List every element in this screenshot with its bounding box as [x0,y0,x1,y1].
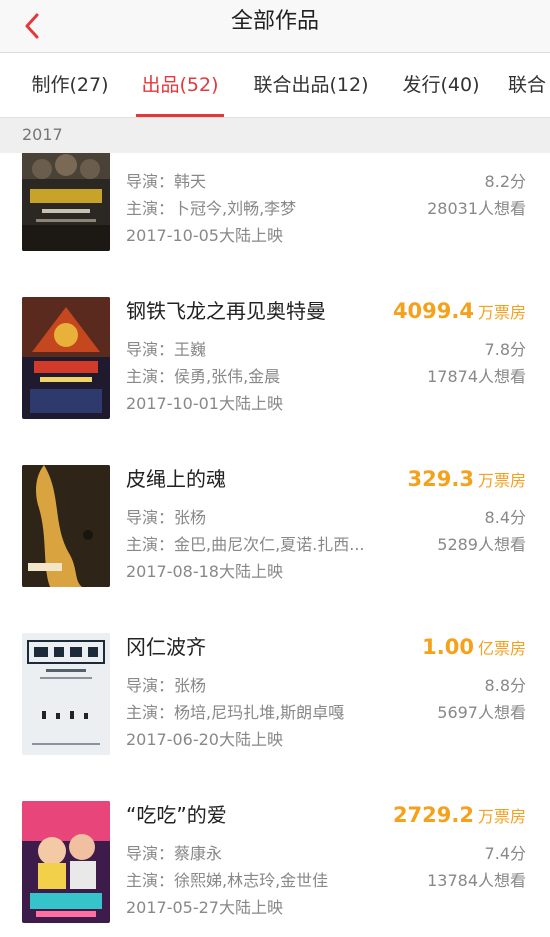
tab-label: 发行(40) [402,74,480,96]
box-office-unit: 万票房 [477,303,526,322]
movie-item[interactable]: 钢铁飞龙之再见奥特曼 4099.4 万票房 导演：王巍 主演：侯勇,张伟,金晨 2… [0,274,550,443]
movie-poster[interactable] [22,153,110,251]
director-text: 导演：张杨 [126,676,207,695]
tab-co-distribution[interactable]: 联合 [508,53,550,117]
movie-poster[interactable] [22,465,110,587]
release-date-text: 2017-05-27大陆上映 [126,898,283,917]
movie-title[interactable]: 皮绳上的魂 [126,464,226,494]
release-date-text: 2017-10-05大陆上映 [126,226,283,245]
tab-co-presented[interactable]: 联合出品(12) [248,53,374,117]
box-office-unit: 万票房 [477,807,526,826]
page-title: 全部作品 [230,9,319,34]
box-office: 2729.2 万票房 [393,800,526,832]
want-count-text: 5289人想看 [437,535,526,554]
movie-poster[interactable] [22,297,110,419]
movie-title[interactable]: 钢铁飞龙之再见奥特曼 [126,296,326,326]
tab-label: 制作(27) [31,74,109,96]
want-count-text: 17874人想看 [427,367,526,386]
score-text: 8.2分 [484,172,526,191]
score-text: 8.8分 [484,676,526,695]
score-text: 8.4分 [484,508,526,527]
release-date-text: 2017-08-18大陆上映 [126,562,283,581]
movie-poster[interactable] [22,801,110,923]
tab-label: 联合 [508,74,547,96]
movie-item[interactable]: “吃吃”的爱 2729.2 万票房 导演：蔡康永 主演：徐熙娣,林志玲,金世佳 2… [0,778,550,937]
box-office-unit: 亿票房 [477,639,526,658]
box-office-unit: 万票房 [477,471,526,490]
score-text: 7.4分 [484,844,526,863]
director-text: 导演：蔡康永 [126,844,223,863]
box-office-value: 329.3 [407,467,474,491]
release-date-text: 2017-06-20大陆上映 [126,730,283,749]
tab-distribution[interactable]: 发行(40) [398,53,484,117]
movie-list[interactable]: 导演：韩天 主演：卜冠今,刘畅,李梦 2017-10-05大陆上映 8.2分 2… [0,153,550,937]
year-section-header: 2017 [0,117,550,154]
tab-label: 联合出品(12) [253,74,369,96]
score-text: 7.8分 [484,340,526,359]
want-count-text: 28031人想看 [427,199,526,218]
box-office-value: 1.00 [422,635,474,659]
year-label: 2017 [22,125,63,144]
box-office: 4099.4 万票房 [393,296,526,328]
want-count-text: 13784人想看 [427,871,526,890]
box-office-value: 4099.4 [392,299,474,323]
cast-text: 主演：徐熙娣,林志玲,金世佳 [126,871,329,890]
category-tabs: 制作(27) 出品(52) 联合出品(12) 发行(40) 联合 [0,53,550,117]
movie-item[interactable]: 皮绳上的魂 329.3 万票房 导演：张杨 主演：金巴,曲尼次仁,夏诺.扎西...… [0,442,550,611]
tab-presented[interactable]: 出品(52) [136,53,224,117]
box-office: 329.3 万票房 [408,464,526,496]
cast-text: 主演：杨培,尼玛扎堆,斯朗卓嘎 [126,703,345,722]
director-text: 导演：张杨 [126,508,207,527]
director-text: 导演：王巍 [126,340,207,359]
movie-title[interactable]: 冈仁波齐 [126,632,206,662]
want-count-text: 5697人想看 [437,703,526,722]
box-office-value: 2729.2 [392,803,474,827]
cast-text: 主演：卜冠今,刘畅,李梦 [126,199,297,218]
cast-text: 主演：金巴,曲尼次仁,夏诺.扎西... [126,535,365,554]
tab-label: 出品(52) [141,74,219,96]
tab-production[interactable]: 制作(27) [28,53,112,117]
box-office: 1.00 亿票房 [422,632,526,664]
movie-poster[interactable] [22,633,110,755]
navigation-bar: 全部作品 [0,0,550,53]
movie-item[interactable]: 冈仁波齐 1.00 亿票房 导演：张杨 主演：杨培,尼玛扎堆,斯朗卓嘎 2017-… [0,610,550,779]
director-text: 导演：韩天 [126,172,207,191]
movie-title[interactable]: “吃吃”的爱 [126,800,227,830]
cast-text: 主演：侯勇,张伟,金晨 [126,367,281,386]
release-date-text: 2017-10-01大陆上映 [126,394,283,413]
movie-item[interactable]: 导演：韩天 主演：卜冠今,刘畅,李梦 2017-10-05大陆上映 8.2分 2… [0,153,550,275]
